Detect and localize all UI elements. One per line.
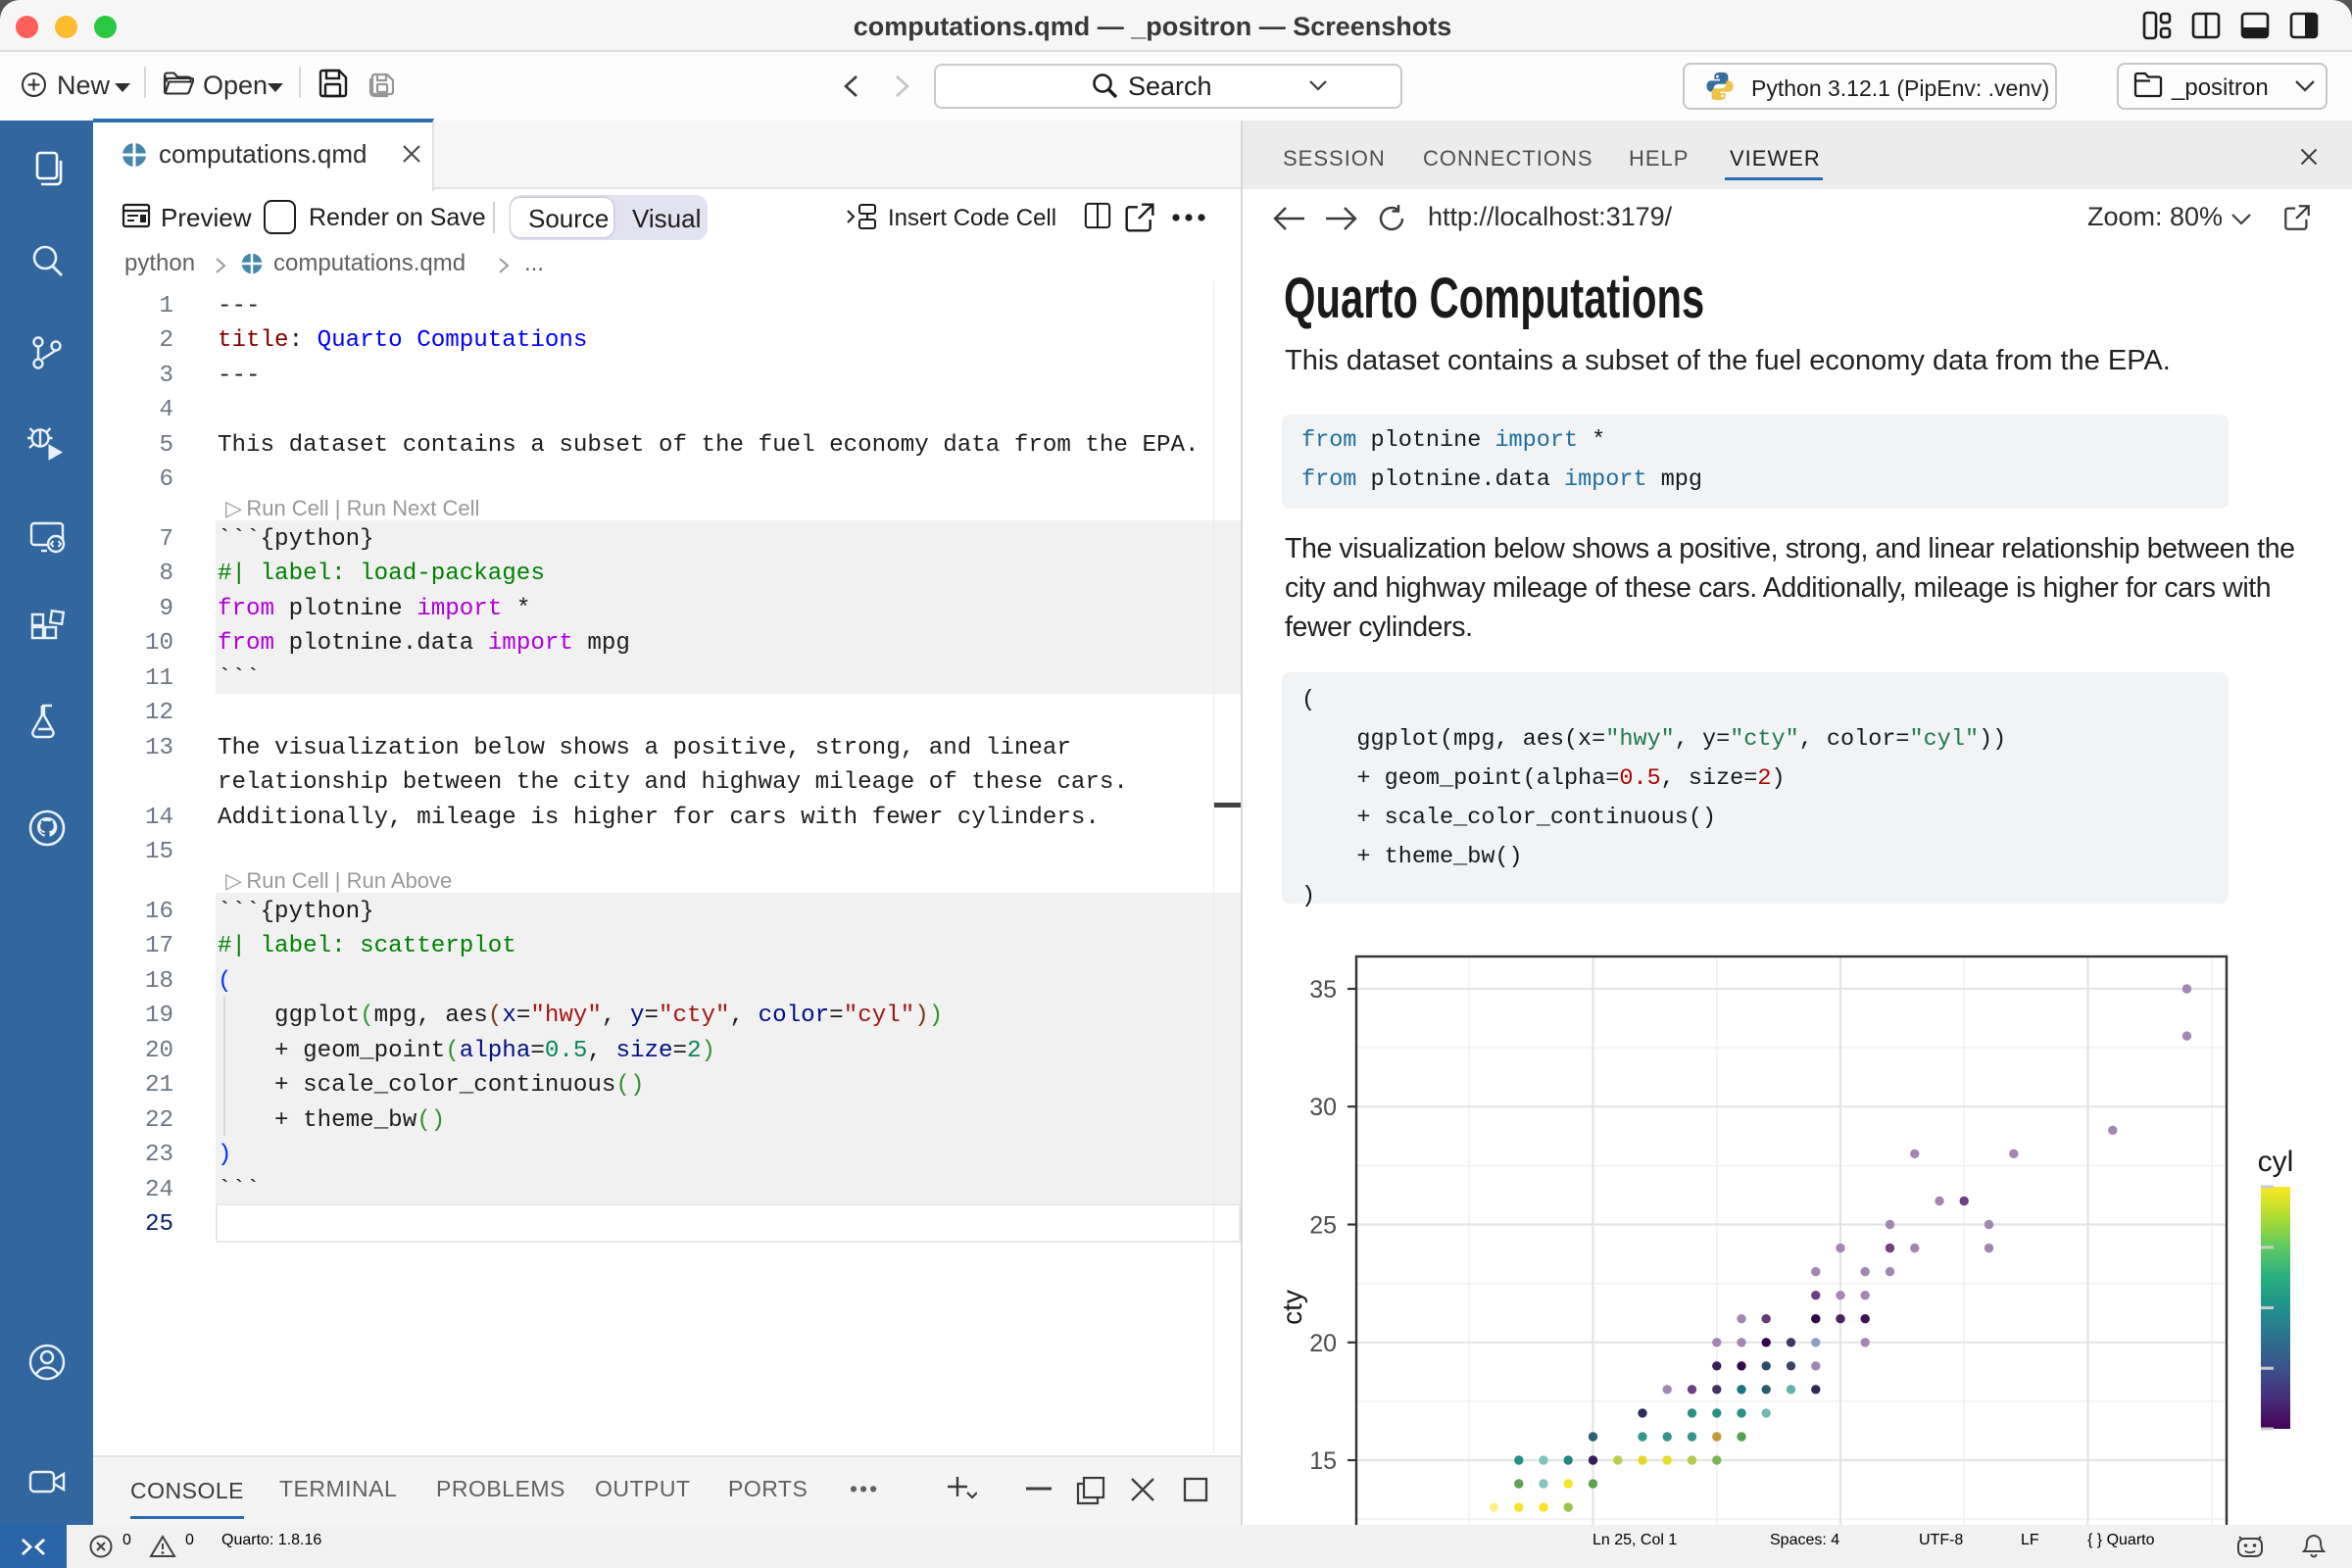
svg-text:15: 15: [1309, 1447, 1337, 1475]
svg-text:20: 20: [1309, 1330, 1337, 1357]
svg-text:30: 30: [1309, 1094, 1337, 1121]
svg-text:cyl: cyl: [2258, 1146, 2294, 1178]
svg-text:25: 25: [1309, 1212, 1337, 1240]
svg-text:cty: cty: [1277, 1290, 1307, 1325]
svg-text:35: 35: [1309, 976, 1337, 1004]
